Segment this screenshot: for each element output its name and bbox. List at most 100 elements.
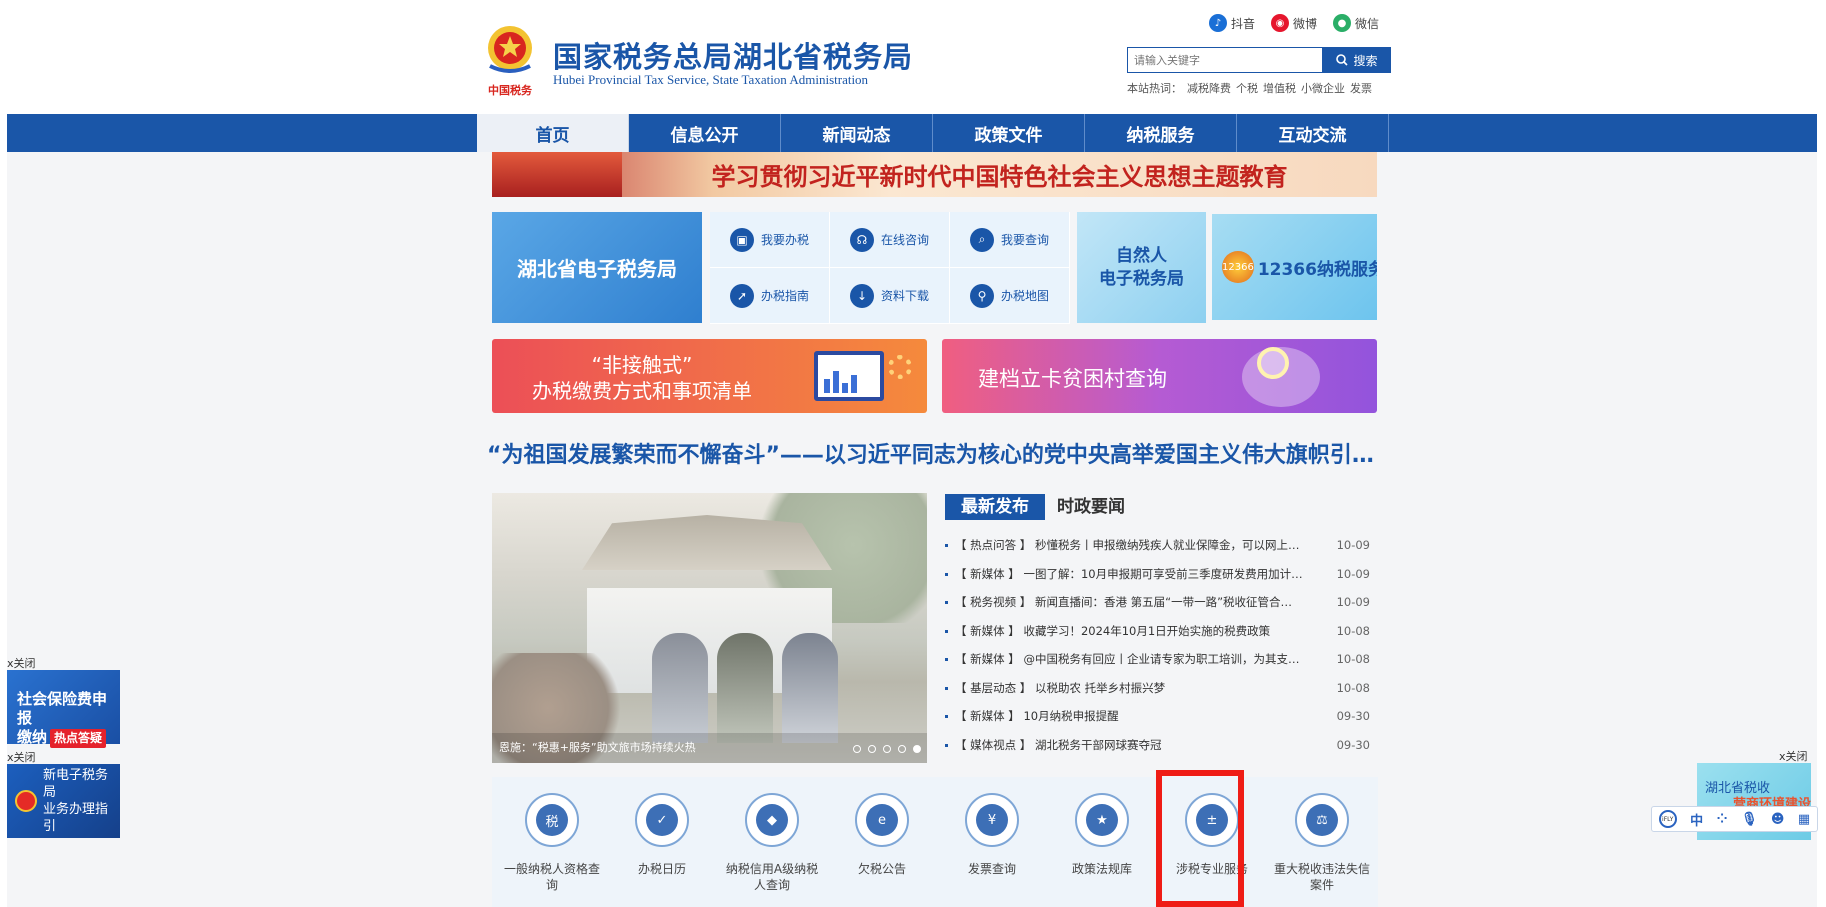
service-taxpayer-qualification[interactable]: 税一般纳税人资格查询 xyxy=(497,777,607,907)
social-insurance-float-ad[interactable]: 社会保险费申报 缴纳 热点答疑 xyxy=(7,670,120,748)
quick-link-online-consult[interactable]: ☊ 在线咨询 xyxy=(830,212,950,268)
ifly-logo-icon[interactable]: iFLY xyxy=(1658,810,1677,828)
magnifier-icon xyxy=(1257,347,1289,379)
hubei-etax-tile[interactable]: 湖北省电子税务局 xyxy=(492,212,702,323)
monitor-icon: e xyxy=(866,804,898,836)
case-file-icon: ⚖ xyxy=(1306,804,1338,836)
quick-link-download[interactable]: ↓ 资料下载 xyxy=(830,268,950,324)
service-shortcuts: 税一般纳税人资格查询 ✓ 办税日历 ◆ 纳税信用A级纳税人查询 e 欠税公告 ¥ 发票查… xyxy=(492,777,1378,907)
news-item[interactable]: 【 新媒体 】 收藏学习！2024年10月1日开始实施的税费政策 10-08 xyxy=(945,617,1370,646)
search-input[interactable] xyxy=(1127,47,1323,73)
tab-political-news[interactable]: 时政要闻 xyxy=(1041,494,1141,520)
tab-latest[interactable]: 最新发布 xyxy=(945,494,1045,520)
weibo-icon: ◉ xyxy=(1271,14,1289,32)
news-tabs: 最新发布 时政要闻 xyxy=(945,493,1385,525)
hot-word[interactable]: 小微企业 xyxy=(1301,82,1345,95)
contactless-tax-banner[interactable]: “非接触式” 办税缴费方式和事项清单 xyxy=(492,339,927,413)
service-tax-calendar[interactable]: ✓ 办税日历 xyxy=(607,777,717,907)
calendar-icon: ✓ xyxy=(646,804,678,836)
carousel-dot[interactable] xyxy=(868,745,876,753)
tax-emblem-logo[interactable]: 中国税务 xyxy=(482,22,538,100)
apps-grid-icon[interactable]: ▦ xyxy=(1798,812,1810,827)
compass-icon: ➚ xyxy=(729,283,754,308)
taxpayer-qualification-icon: 税 xyxy=(536,804,568,836)
close-float-left-1[interactable]: x关闭 xyxy=(7,655,36,671)
carousel-dot[interactable] xyxy=(898,745,906,753)
law-book-icon: ★ xyxy=(1086,804,1118,836)
service-credit-a[interactable]: ◆ 纳税信用A级纳税人查询 xyxy=(717,777,827,907)
pavilion-illustration xyxy=(582,515,832,570)
person-figure xyxy=(717,633,773,743)
search-icon xyxy=(1336,54,1349,66)
tiananmen-illustration xyxy=(492,152,622,197)
close-float-left-2[interactable]: x关闭 xyxy=(7,749,36,765)
nav-news[interactable]: 新闻动态 xyxy=(781,114,933,152)
news-item[interactable]: 【 新媒体 】 10月纳税申报提醒 09-30 xyxy=(945,702,1370,731)
service-law-library[interactable]: ★ 政策法规库 xyxy=(1047,777,1157,907)
poverty-village-query-banner[interactable]: 建档立卡贫困村查询 xyxy=(942,339,1377,413)
hot-word[interactable]: 减税降费 xyxy=(1187,82,1231,95)
quick-link-map[interactable]: ⚲ 办税地图 xyxy=(950,268,1070,324)
search-button[interactable]: 搜索 xyxy=(1323,47,1391,73)
credit-diamond-icon: ◆ xyxy=(756,804,788,836)
site-title: 国家税务总局湖北省税务局 xyxy=(553,40,914,74)
news-item[interactable]: 【 新媒体 】 @中国税务有回应丨企业请专家为职工培训，为其支… 10-08 xyxy=(945,645,1370,674)
hot-word[interactable]: 发票 xyxy=(1350,82,1372,95)
news-item[interactable]: 【 媒体视点 】 湖北税务干部网球赛夺冠 09-30 xyxy=(945,731,1370,760)
site-subtitle: Hubei Provincial Tax Service, State Taxa… xyxy=(553,72,869,87)
social-douyin[interactable]: ♪ 抖音 xyxy=(1209,14,1255,32)
news-item[interactable]: 【 新媒体 】 一图了解：10月申报期可享受前三季度研发费用加计… 10-09 xyxy=(945,560,1370,589)
language-toggle[interactable]: 中 xyxy=(1690,810,1703,829)
download-icon: ↓ xyxy=(849,283,874,308)
monitor-chart-icon xyxy=(814,351,884,401)
service-arrears-notice[interactable]: e 欠税公告 xyxy=(827,777,937,907)
emblem-icon xyxy=(15,790,37,812)
close-float-right[interactable]: x关闭 xyxy=(1779,748,1808,764)
quick-link-tax-filing[interactable]: ▣ 我要办税 xyxy=(710,212,830,268)
wechat-icon: ● xyxy=(1333,14,1351,32)
natural-person-etax-tile[interactable]: 自然人 电子税务局 xyxy=(1077,212,1206,323)
service-major-violation-cases[interactable]: ⚖ 重大税收违法失信案件 xyxy=(1267,777,1377,907)
hotline-badge-icon: 12366 xyxy=(1222,251,1254,283)
photo-carousel[interactable]: 恩施：“税惠+服务”助文旅市场持续火热 xyxy=(492,493,927,763)
right-border xyxy=(1817,0,1826,907)
hotline-label: 12366纳税服务平台 xyxy=(1257,259,1377,280)
quick-link-query[interactable]: ⌕ 我要查询 xyxy=(950,212,1070,268)
e-tax-guide-float-ad[interactable]: 新电子税务局 业务办理指引 xyxy=(7,764,120,838)
news-item[interactable]: 【 热点问答 】 秒懂税务丨申报缴纳残疾人就业保障金，可以网上… 10-09 xyxy=(945,531,1370,560)
nav-policy[interactable]: 政策文件 xyxy=(933,114,1085,152)
nav-home[interactable]: 首页 xyxy=(477,114,629,152)
left-border xyxy=(0,0,7,907)
settings-dots-icon[interactable]: ⁘ xyxy=(1717,812,1728,827)
hot-word[interactable]: 增值税 xyxy=(1263,82,1296,95)
douyin-icon: ♪ xyxy=(1209,14,1227,32)
nav-tax-service[interactable]: 纳税服务 xyxy=(1085,114,1237,152)
news-item[interactable]: 【 税务视频 】 新闻直播间：香港 第五届“一带一路”税收征管合… 10-09 xyxy=(945,588,1370,617)
news-list: 【 热点问答 】 秒懂税务丨申报缴纳残疾人就业保障金，可以网上… 10-09 【 … xyxy=(945,531,1370,759)
social-wechat[interactable]: ● 微信 xyxy=(1333,14,1379,32)
carousel-dot[interactable] xyxy=(853,745,861,753)
hotline-12366-tile[interactable]: 12366 12366纳税服务平台 xyxy=(1212,214,1377,320)
map-pin-icon: ⚲ xyxy=(969,283,994,308)
nav-interaction[interactable]: 互动交流 xyxy=(1237,114,1389,152)
user-icon[interactable]: ☻ xyxy=(1771,812,1785,827)
theme-banner-text: 学习贯彻习近平新时代中国特色社会主义思想主题教育 xyxy=(711,162,1288,191)
tax-filing-icon: ▣ xyxy=(729,227,754,252)
hot-word[interactable]: 个税 xyxy=(1236,82,1258,95)
invoice-icon: ¥ xyxy=(976,804,1008,836)
nav-info-disclosure[interactable]: 信息公开 xyxy=(629,114,781,152)
carousel-dot-active[interactable] xyxy=(913,745,921,753)
query-icon: ⌕ xyxy=(969,227,994,252)
logo-text: 中国税务 xyxy=(488,83,533,97)
headline-link[interactable]: “为祖国发展繁荣而不懈奋斗”——以习近平同志为核心的党中央高举爱国主义伟大旗帜引… xyxy=(487,437,1390,469)
carousel-dot[interactable] xyxy=(883,745,891,753)
quick-links-grid: ▣ 我要办税 ☊ 在线咨询 ⌕ 我要查询 ➚ 办税指南 ↓ 资料下载 ⚲ 办税地图 xyxy=(710,212,1070,324)
main-nav: 首页 信息公开 新闻动态 政策文件 纳税服务 互动交流 xyxy=(477,114,1389,152)
quick-link-guide[interactable]: ➚ 办税指南 xyxy=(710,268,830,324)
news-item[interactable]: 【 基层动态 】 以税助农 托举乡村振兴梦 10-08 xyxy=(945,674,1370,703)
hot-words: 本站热词： 减税降费 个税 增值税 小微企业 发票 xyxy=(1127,82,1372,95)
theme-education-banner[interactable]: 学习贯彻习近平新时代中国特色社会主义思想主题教育 xyxy=(492,152,1377,197)
microphone-icon[interactable]: 🎙︎ xyxy=(1741,812,1758,827)
social-weibo[interactable]: ◉ 微博 xyxy=(1271,14,1317,32)
service-invoice-query[interactable]: ¥ 发票查询 xyxy=(937,777,1047,907)
